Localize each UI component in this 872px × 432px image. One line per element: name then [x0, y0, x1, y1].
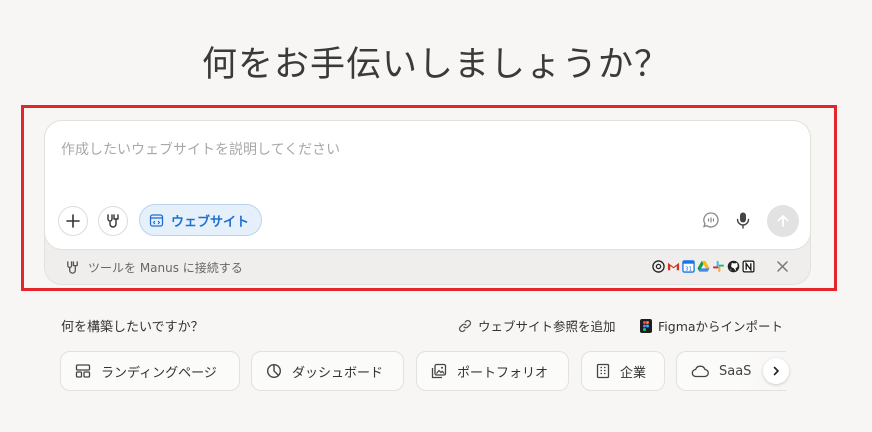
connect-tools-label: ツールを Manus に接続する	[88, 261, 243, 275]
prompt-input[interactable]: 作成したいウェブサイトを説明してください	[61, 139, 340, 159]
category-label: 企業	[620, 365, 647, 381]
website-mode-label: ウェブサイト	[171, 214, 250, 230]
chevron-right-icon	[773, 366, 779, 376]
arrow-up-icon	[777, 215, 789, 227]
github-icon	[727, 260, 740, 273]
prompt-input-area[interactable]: 作成したいウェブサイトを説明してください ウェブサイト	[44, 120, 811, 250]
speech-bubble-icon	[702, 212, 719, 228]
plus-icon	[66, 214, 80, 228]
microphone-icon	[736, 212, 750, 229]
section-label: 何を構築したいですか？	[61, 320, 204, 335]
pie-chart-icon	[266, 363, 282, 379]
microphone-button[interactable]	[733, 210, 753, 230]
calendar-icon: 31	[682, 260, 695, 273]
category-company[interactable]: 企業	[581, 351, 665, 391]
figma-import-label: Figmaからインポート	[658, 319, 784, 334]
layout-icon	[75, 364, 91, 378]
connector-app-icons[interactable]: 31	[652, 260, 755, 273]
drive-icon	[697, 260, 710, 272]
category-label: ランディングページ	[101, 365, 217, 381]
tools-button[interactable]	[98, 206, 128, 236]
page-title: 何をお手伝いしましょうか？	[201, 45, 670, 85]
send-button[interactable]	[767, 205, 799, 237]
svg-text:31: 31	[685, 267, 693, 273]
category-label: ダッシュボード	[292, 365, 384, 381]
category-dashboard[interactable]: ダッシュボード	[251, 351, 404, 391]
category-portfolio[interactable]: ポートフォリオ	[416, 351, 569, 391]
category-landing-page[interactable]: ランディングページ	[60, 351, 240, 391]
category-label: ポートフォリオ	[457, 365, 549, 381]
category-label: SaaS	[719, 363, 752, 379]
voice-mode-button[interactable]	[701, 210, 721, 230]
browser-window-icon	[149, 213, 164, 227]
slack-icon	[712, 260, 725, 273]
add-website-reference-label: ウェブサイト参照を追加	[478, 319, 616, 334]
chrome-icon	[652, 260, 665, 273]
connect-tools-link[interactable]: ツールを Manus に接続する	[65, 259, 243, 276]
categories-next-button[interactable]	[763, 358, 789, 384]
website-mode-chip[interactable]: ウェブサイト	[139, 204, 263, 236]
plug-icon	[107, 214, 119, 228]
gmail-icon	[667, 262, 680, 271]
close-icon	[777, 261, 788, 272]
images-icon	[431, 363, 447, 379]
add-button[interactable]	[58, 206, 88, 236]
notion-icon	[742, 260, 755, 273]
close-connect-bar-button[interactable]	[777, 259, 788, 275]
building-icon	[596, 363, 610, 379]
figma-import-link[interactable]: Figmaからインポート	[640, 316, 783, 335]
add-website-reference-link[interactable]: ウェブサイト参照を追加	[458, 316, 616, 335]
cloud-icon	[691, 365, 709, 378]
link-icon	[458, 319, 472, 332]
prompt-composer: 作成したいウェブサイトを説明してください ウェブサイト ツールを Manus に…	[44, 120, 811, 285]
plug-icon	[67, 261, 78, 274]
figma-icon	[640, 318, 652, 333]
